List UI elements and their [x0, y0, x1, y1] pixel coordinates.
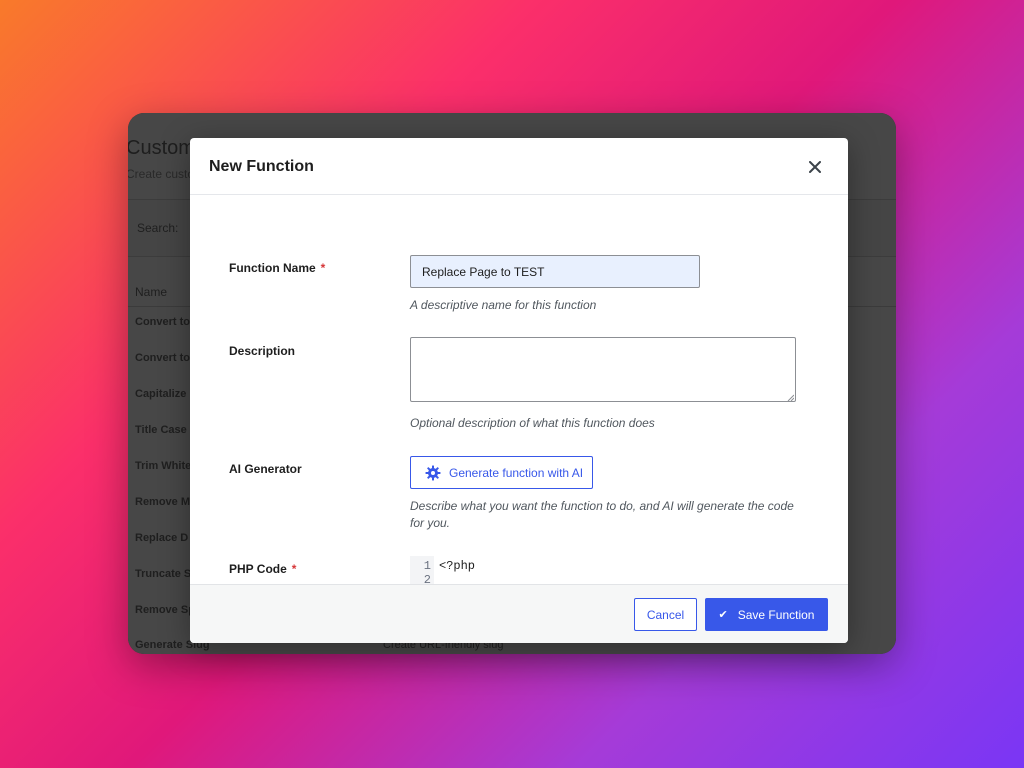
admin-page-title: Custom: [128, 137, 195, 159]
line-number-gutter: 1 2: [410, 556, 434, 587]
php-code-label: PHP Code *: [229, 562, 296, 576]
php-code-editor[interactable]: 1 2 <?php: [410, 556, 796, 587]
admin-row-label: Capitalize: [135, 388, 187, 400]
resize-grip-icon[interactable]: [787, 394, 794, 401]
gear-icon: [425, 465, 441, 480]
close-icon: [809, 161, 821, 173]
cancel-button[interactable]: Cancel: [634, 598, 697, 631]
admin-column-name: Name: [135, 285, 168, 299]
description-hint: Optional description of what this functi…: [410, 416, 655, 430]
php-code-label-text: PHP Code: [229, 562, 287, 576]
save-function-label: Save Function: [737, 607, 815, 622]
generate-with-ai-label: Generate function with AI: [449, 465, 584, 480]
function-name-input[interactable]: [410, 255, 700, 288]
admin-row-label: Remove M: [135, 496, 191, 508]
modal-title: New Function: [209, 158, 314, 175]
admin-row-label: Remove Sp: [135, 604, 195, 616]
admin-row-label: Truncate S: [135, 568, 192, 580]
admin-row-label: Title Case: [135, 424, 187, 436]
line-number: 1: [423, 559, 431, 573]
modal-footer: Cancel ✔ Save Function: [190, 584, 848, 643]
save-function-button[interactable]: ✔ Save Function: [705, 598, 828, 631]
admin-page-subtitle: Create custo: [128, 167, 195, 181]
description-textarea[interactable]: [410, 337, 796, 402]
admin-row-label: Convert to: [135, 316, 190, 328]
code-line: <?php: [439, 559, 476, 573]
modal-header: New Function: [190, 138, 848, 195]
close-button[interactable]: [802, 156, 828, 178]
ai-generator-hint: Describe what you want the function to d…: [410, 499, 794, 530]
required-mark: *: [291, 562, 297, 576]
function-name-label-text: Function Name: [229, 261, 316, 275]
ai-generator-label: AI Generator: [229, 462, 302, 476]
function-name-label: Function Name *: [229, 261, 325, 275]
check-icon: ✔: [718, 609, 728, 621]
admin-row-label: Convert to: [135, 352, 190, 364]
admin-row-label: Replace D: [135, 532, 189, 544]
new-function-modal: New Function Function Name * A descriptiv…: [190, 138, 848, 643]
generate-with-ai-button[interactable]: Generate function with AI: [410, 456, 593, 489]
required-mark: *: [320, 261, 326, 275]
admin-row-label: Trim White: [135, 460, 192, 472]
description-label: Description: [229, 344, 296, 358]
function-name-hint: A descriptive name for this function: [410, 298, 597, 312]
admin-search-label: Search:: [137, 221, 179, 235]
